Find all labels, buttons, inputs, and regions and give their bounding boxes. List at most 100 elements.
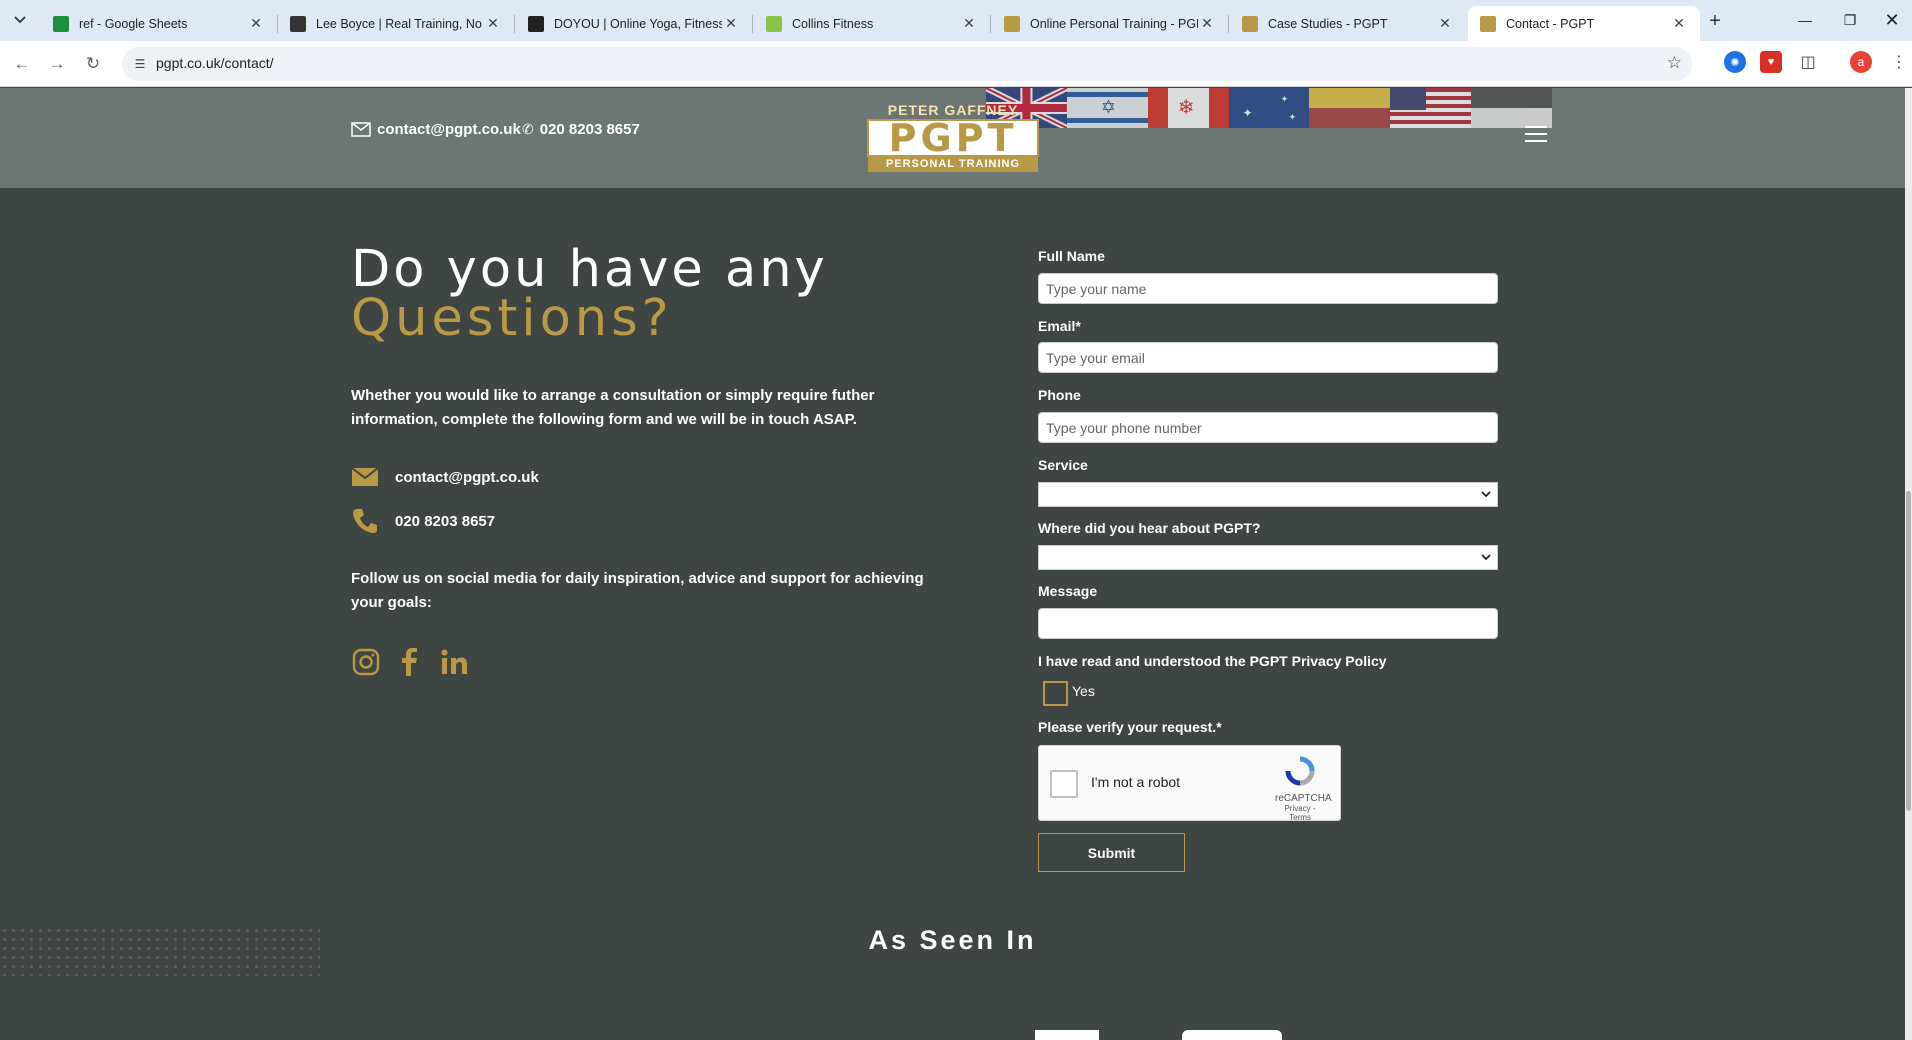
media-logo-2 [1182, 1030, 1282, 1040]
tab-separator [1228, 15, 1229, 33]
recaptcha-logo: reCAPTCHA Privacy - Terms [1275, 756, 1332, 822]
reload-icon[interactable]: ↻ [81, 52, 105, 76]
recaptcha-checkbox[interactable] [1050, 770, 1078, 798]
phone-input[interactable]: Type your phone number [1038, 412, 1498, 443]
tab-close-icon[interactable]: ✕ [484, 15, 502, 33]
bookmark-star-icon[interactable]: ☆ [1667, 53, 1682, 73]
phone-label: Phone [1038, 387, 1081, 403]
address-bar: ← → ↻ ☰ pgpt.co.uk/contact/ ☆ ✺ ♥ ◫ a ⋮ [0, 41, 1912, 87]
flag-other [1471, 88, 1553, 128]
tab-title[interactable]: Case Studies - PGPT [1268, 17, 1436, 31]
as-seen-in-heading: As Seen In [868, 925, 1037, 955]
scrollbar-thumb[interactable] [1906, 491, 1911, 811]
full-name-input[interactable]: Type your name [1038, 273, 1498, 304]
verify-label: Please verify your request.* [1038, 719, 1222, 735]
flag-usa [1390, 88, 1472, 128]
pgpt-icon [1242, 15, 1258, 32]
phone-icon: ✆ [522, 121, 534, 137]
header-email[interactable]: contact@pgpt.co.uk [351, 121, 521, 138]
recaptcha-links[interactable]: Privacy - Terms [1275, 804, 1325, 822]
browser-tab[interactable]: Contact - PGPT ✕ [1468, 6, 1700, 41]
profile-avatar[interactable]: a [1850, 51, 1872, 73]
minimize-icon[interactable]: — [1785, 8, 1825, 32]
contact-section: Do you have any Questions? Whether you w… [0, 188, 1905, 1040]
full-name-label: Full Name [1038, 248, 1105, 264]
email-input[interactable]: Type your email [1038, 342, 1498, 373]
contact-phone-row[interactable]: 020 8203 8657 [351, 507, 495, 535]
submit-button[interactable]: Submit [1038, 833, 1185, 872]
header-email-text[interactable]: contact@pgpt.co.uk [377, 121, 521, 138]
menu-kebab-icon[interactable]: ⋮ [1888, 51, 1910, 73]
pgpt-logo[interactable]: PETER GAFFNEY PGPT PERSONAL TRAINING [858, 102, 1048, 176]
tab-separator [752, 15, 753, 33]
tab-title[interactable]: DOYOU | Online Yoga, Fitness, & [554, 17, 722, 31]
back-icon[interactable]: ← [10, 52, 34, 76]
hear-about-select[interactable] [1038, 545, 1498, 570]
service-select[interactable] [1038, 482, 1498, 507]
flag-australia: ✦ ✦ ✦ [1228, 88, 1310, 128]
tab-title[interactable]: ref - Google Sheets [79, 17, 247, 31]
page-scrollbar[interactable] [1905, 88, 1912, 1040]
google-sheets-icon [53, 15, 69, 32]
new-tab-button[interactable]: + [1703, 9, 1727, 33]
hamburger-menu-icon[interactable] [1525, 126, 1547, 142]
contact-phone-text[interactable]: 020 8203 8657 [395, 513, 495, 530]
extension-icon[interactable]: ✺ [1724, 51, 1746, 73]
tab-separator [990, 15, 991, 33]
browser-tab[interactable]: Collins Fitness ✕ [754, 6, 991, 41]
tab-close-icon[interactable]: ✕ [1436, 15, 1454, 33]
email-label: Email* [1038, 318, 1081, 334]
header-phone[interactable]: ✆ 020 8203 8657 [522, 121, 640, 138]
tab-close-icon[interactable]: ✕ [722, 15, 740, 33]
flags-banner: ✡ ❄ ✦ ✦ ✦ [984, 88, 1553, 131]
browser-tab[interactable]: ref - Google Sheets ✕ [41, 6, 278, 41]
contact-email-row[interactable]: contact@pgpt.co.uk [351, 467, 539, 487]
instagram-icon[interactable] [351, 647, 381, 677]
puzzle-extensions-icon[interactable]: ◫ [1797, 51, 1819, 73]
forward-icon[interactable]: → [45, 52, 69, 76]
intro-text: Whether you would like to arrange a cons… [351, 387, 875, 428]
close-window-icon[interactable]: ✕ [1872, 8, 1912, 32]
browser-tab[interactable]: Online Personal Training - PGPT ✕ [992, 6, 1229, 41]
restore-icon[interactable]: ❐ [1830, 8, 1870, 32]
site-header: ✡ ❄ ✦ ✦ ✦ contact@pgpt.co.uk ✆ 020 8203 … [0, 88, 1905, 188]
privacy-checkbox[interactable] [1043, 681, 1068, 706]
tab-close-icon[interactable]: ✕ [960, 15, 978, 33]
shield-extension-icon[interactable]: ♥ [1760, 51, 1782, 73]
social-links [351, 647, 469, 677]
service-label: Service [1038, 457, 1088, 473]
flag-israel: ✡ [1066, 88, 1148, 128]
url-text[interactable]: pgpt.co.uk/contact/ [156, 55, 274, 71]
tab-title[interactable]: Contact - PGPT [1506, 17, 1670, 31]
browser-tab[interactable]: Case Studies - PGPT ✕ [1230, 6, 1466, 41]
privacy-option-label[interactable]: Yes [1072, 683, 1095, 699]
tab-search-chevron-icon[interactable] [8, 8, 32, 32]
browser-tab[interactable]: Lee Boyce | Real Training, No N ✕ [278, 6, 515, 41]
recaptcha-brand: reCAPTCHA [1275, 793, 1332, 804]
tab-title[interactable]: Collins Fitness [792, 17, 960, 31]
message-input[interactable] [1038, 608, 1498, 639]
tab-separator [514, 15, 515, 33]
omnibox[interactable]: ☰ pgpt.co.uk/contact/ ☆ [122, 47, 1692, 81]
tab-close-icon[interactable]: ✕ [1198, 15, 1216, 33]
recaptcha-widget: I'm not a robot reCAPTCHA Privacy - Term… [1038, 745, 1341, 822]
tab-close-icon[interactable]: ✕ [1670, 15, 1688, 33]
privacy-label: I have read and understood the PGPT Priv… [1038, 653, 1387, 669]
contact-email-text[interactable]: contact@pgpt.co.uk [395, 469, 539, 486]
message-label: Message [1038, 583, 1098, 599]
flag-canada: ❄ [1147, 88, 1229, 128]
chevron-down-icon [1481, 491, 1491, 498]
recaptcha-icon [1285, 756, 1315, 786]
envelope-icon [351, 122, 371, 137]
tab-title[interactable]: Lee Boyce | Real Training, No N [316, 17, 484, 31]
site-info-icon[interactable]: ☰ [132, 56, 148, 72]
linkedin-icon[interactable] [439, 647, 469, 677]
facebook-icon[interactable] [395, 647, 425, 677]
pgpt-icon [1480, 15, 1496, 32]
tab-close-icon[interactable]: ✕ [247, 15, 265, 33]
browser-tab[interactable]: DOYOU | Online Yoga, Fitness, & ✕ [516, 6, 753, 41]
follow-text: Follow us on social media for daily insp… [351, 570, 924, 611]
circle-icon [528, 15, 544, 32]
tab-title[interactable]: Online Personal Training - PGPT [1030, 17, 1198, 31]
header-phone-text[interactable]: 020 8203 8657 [540, 121, 640, 138]
